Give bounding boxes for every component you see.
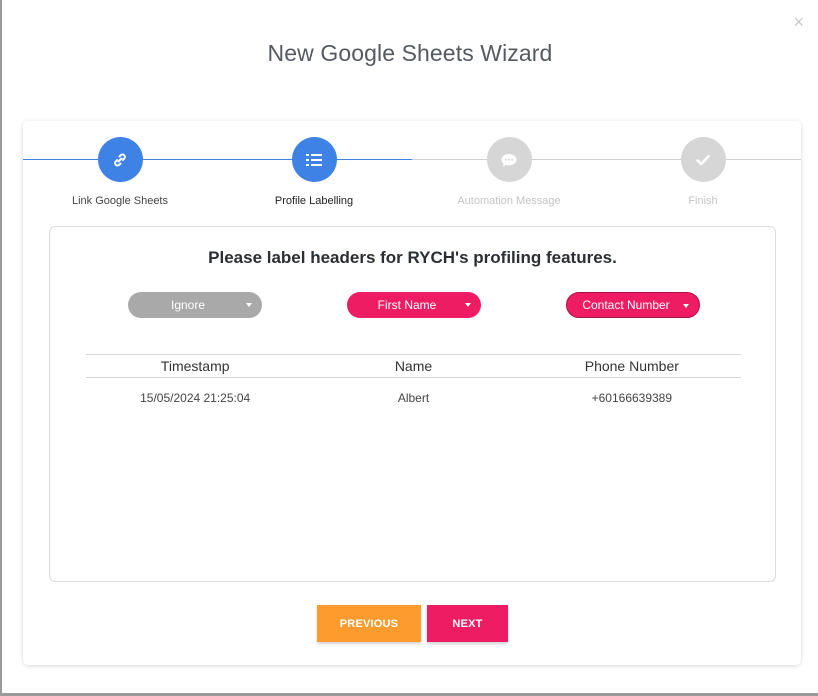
next-button[interactable]: NEXT [427,605,508,642]
step-label: Profile Labelling [274,195,354,207]
label-dropdown-phone-number[interactable]: Contact Number [566,292,700,318]
step-label: Finish [688,195,718,207]
caret-down-icon [683,304,689,308]
dropdown-value: First Name [377,298,437,312]
wizard-card: Link Google Sheets Profile Labelling Aut… [23,121,801,665]
labelling-panel: Please label headers for RYCH's profilin… [49,226,776,582]
dialog-title: New Google Sheets Wizard [267,40,553,66]
label-dropdown-name[interactable]: First Name [347,292,481,318]
step-finish[interactable]: Finish [606,137,800,207]
table-cell: Albert [397,391,430,405]
labelling-heading: Please label headers for RYCH's profilin… [208,248,617,267]
wizard-stepper: Link Google Sheets Profile Labelling Aut… [23,121,801,221]
list-icon [306,153,322,166]
table-row: 15/05/2024 21:25:04 Albert +60166639389 [86,378,741,419]
step-circle [486,137,532,182]
table-cell: 15/05/2024 21:25:04 [140,391,251,405]
caret-down-icon [246,303,252,307]
wizard-dialog: × New Google Sheets Wizard Link Google S… [2,0,818,693]
table-header-row: Timestamp Name Phone Number [86,354,741,378]
close-button[interactable]: × [793,13,804,31]
dropdown-value: Contact Number [582,298,670,312]
column-header: Phone Number [522,354,741,378]
column-header: Timestamp [86,354,305,378]
step-link-google-sheets[interactable]: Link Google Sheets [23,137,217,207]
label-dropdown-timestamp[interactable]: Ignore [128,292,262,318]
dropdown-value: Ignore [170,298,206,312]
chat-bubble-icon [501,153,517,166]
caret-down-icon [465,303,471,307]
column-header: Name [304,354,523,378]
step-circle [97,137,143,182]
step-profile-labelling[interactable]: Profile Labelling [217,137,411,207]
table-cell: +60166639389 [591,391,673,405]
previous-button[interactable]: PREVIOUS [317,605,421,642]
step-automation-message[interactable]: Automation Message [412,137,606,207]
link-icon [114,153,126,166]
sheet-preview-table: Timestamp Name Phone Number 15/05/2024 2… [86,354,741,418]
step-circle [680,137,726,182]
step-label: Automation Message [457,195,561,207]
step-label: Link Google Sheets [71,195,168,207]
step-circle [291,137,337,182]
check-icon [696,154,710,165]
